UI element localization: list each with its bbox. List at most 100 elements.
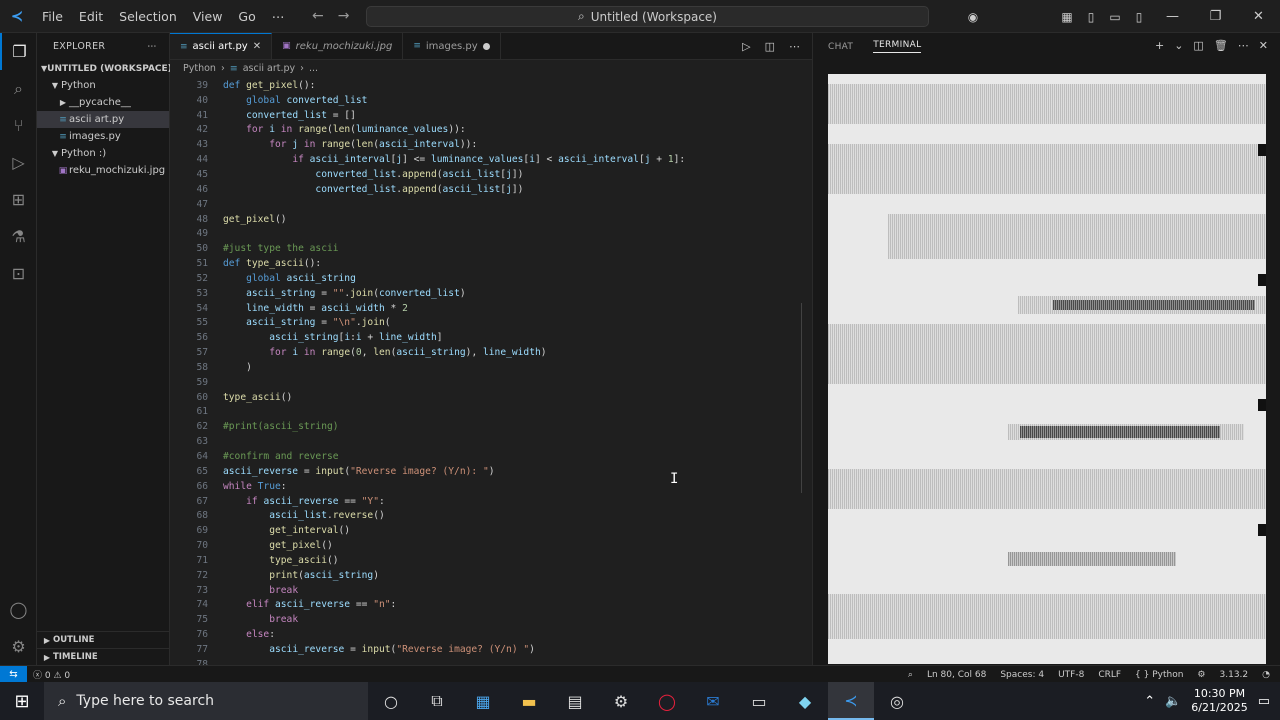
code-line[interactable]: 60 type_ascii() <box>170 390 802 405</box>
code-line[interactable]: 71 type_ascii() <box>170 553 802 568</box>
settings-gear-icon[interactable]: ⚙ <box>0 628 37 665</box>
code-line[interactable]: 42 for i in range(len(luminance_values))… <box>170 123 802 138</box>
code-line[interactable]: 44 if ascii_interval[j] <= luminance_val… <box>170 152 802 167</box>
code-line[interactable]: 58 ) <box>170 360 802 375</box>
notification-center-icon[interactable]: ▭ <box>1258 694 1270 709</box>
cortana-icon[interactable]: ○ <box>368 682 414 720</box>
line-endings[interactable]: CRLF <box>1098 670 1121 680</box>
timeline-section[interactable]: ▶ TIMELINE <box>37 648 170 665</box>
breadcrumb-symbol[interactable]: ... <box>309 63 318 74</box>
close-panel-icon[interactable]: ✕ <box>1259 39 1268 52</box>
task-view-icon[interactable]: ⧉ <box>414 682 460 720</box>
tab-chat[interactable]: CHAT <box>828 42 853 52</box>
zoom-icon[interactable]: ⌕ <box>908 670 913 680</box>
unsaved-dot-icon[interactable] <box>482 42 490 50</box>
explorer-icon[interactable]: ❐ <box>0 33 37 70</box>
run-debug-icon[interactable]: ▷ <box>0 144 37 181</box>
recording-icon[interactable]: ◎ <box>874 682 920 720</box>
python-version[interactable]: 3.13.2 <box>1220 670 1249 680</box>
toggle-secondary-sidebar-icon[interactable]: ▯ <box>1127 10 1151 24</box>
customize-layout-icon[interactable]: ▦ <box>1055 10 1079 24</box>
tab-terminal[interactable]: TERMINAL <box>873 40 922 53</box>
encoding[interactable]: UTF-8 <box>1058 670 1084 680</box>
restore-icon[interactable]: ❐ <box>1194 9 1237 24</box>
code-line[interactable]: 62 #print(ascii_string) <box>170 419 802 434</box>
terminal-output[interactable] <box>828 74 1266 664</box>
code-editor[interactable]: 39 def get_pixel(): 40 global converted_li… <box>170 78 802 665</box>
code-line[interactable]: 77 ascii_reverse = input("Reverse image?… <box>170 642 802 657</box>
code-line[interactable]: 56 ascii_string[i:i + line_width] <box>170 330 802 345</box>
code-line[interactable]: 52 global ascii_string <box>170 271 802 286</box>
close-tab-icon[interactable]: ✕ <box>253 41 261 52</box>
opera-icon[interactable]: ◯ <box>644 682 690 720</box>
code-line[interactable]: 41 converted_list = [] <box>170 108 802 123</box>
menu-go[interactable]: Go <box>230 9 263 24</box>
menu-selection[interactable]: Selection <box>111 9 185 24</box>
calculator-icon[interactable]: ▦ <box>460 682 506 720</box>
menu-view[interactable]: View <box>185 9 231 24</box>
menu-file[interactable]: File <box>34 9 71 24</box>
tree-item-pycache[interactable]: ▶ __pycache__ <box>37 94 169 111</box>
terminal-app-icon[interactable]: ▭ <box>736 682 782 720</box>
code-line[interactable]: 72 print(ascii_string) <box>170 568 802 583</box>
clock[interactable]: 10:30 PM 6/21/2025 <box>1191 687 1247 715</box>
code-line[interactable]: 69 get_interval() <box>170 523 802 538</box>
editor-scrollbar-thumb[interactable] <box>801 303 802 493</box>
volume-icon[interactable]: 🔈 <box>1165 694 1181 709</box>
indentation[interactable]: Spaces: 4 <box>1000 670 1044 680</box>
outlook-icon[interactable]: ✉ <box>690 682 736 720</box>
close-window-icon[interactable]: ✕ <box>1237 9 1280 24</box>
code-line[interactable]: 49 <box>170 226 802 241</box>
app-icon[interactable]: ▤ <box>552 682 598 720</box>
app-icon[interactable]: ◆ <box>782 682 828 720</box>
code-line[interactable]: 59 <box>170 375 802 390</box>
more-actions-icon[interactable]: ⋯ <box>1238 39 1249 52</box>
code-line[interactable]: 70 get_pixel() <box>170 538 802 553</box>
code-line[interactable]: 55 ascii_string = "\n".join( <box>170 316 802 331</box>
run-python-icon[interactable]: ▷ <box>742 40 750 53</box>
code-line[interactable]: 40 global converted_list <box>170 93 802 108</box>
source-control-icon[interactable]: ⑂ <box>0 107 37 144</box>
split-editor-icon[interactable]: ◫ <box>765 40 775 53</box>
back-arrow-icon[interactable]: ← <box>312 8 324 24</box>
notifications-bell-icon[interactable]: ◔ <box>1262 670 1270 680</box>
breadcrumb-file[interactable]: ascii art.py <box>243 63 295 74</box>
account-icon[interactable]: ◯ <box>0 591 37 628</box>
testing-icon[interactable]: ⚗ <box>0 218 37 255</box>
vscode-taskbar-icon[interactable]: ≺ <box>828 682 874 720</box>
code-line[interactable]: 68 ascii_list.reverse() <box>170 508 802 523</box>
tree-item-images[interactable]: ≡ images.py <box>37 128 169 145</box>
tab-reku-mochizuki[interactable]: ▣ reku_mochizuki.jpg <box>272 33 404 59</box>
chevron-down-icon[interactable]: ⌄ <box>1174 39 1183 52</box>
code-line[interactable]: 61 <box>170 405 802 420</box>
code-line[interactable]: 63 <box>170 434 802 449</box>
remote-indicator-icon[interactable]: ⇆ <box>0 665 27 683</box>
extensions-icon[interactable]: ⊞ <box>0 181 37 218</box>
problems-count[interactable]: ⓧ 0 ⚠ 0 <box>33 668 70 681</box>
more-actions-icon[interactable]: ⋯ <box>147 41 157 52</box>
language-mode[interactable]: { } Python <box>1135 670 1183 680</box>
outline-section[interactable]: ▶ OUTLINE <box>37 631 170 648</box>
tree-item-reku[interactable]: ▣ reku_mochizuki.jpg <box>37 162 169 179</box>
code-line[interactable]: 57 for i in range(0, len(ascii_string), … <box>170 345 802 360</box>
code-line[interactable]: 54 line_width = ascii_width * 2 <box>170 301 802 316</box>
copilot-icon[interactable]: ◉ <box>961 10 985 24</box>
windows-start-icon[interactable]: ⊞ <box>0 682 44 720</box>
code-line[interactable]: 50 #just type the ascii <box>170 241 802 256</box>
menu-edit[interactable]: Edit <box>71 9 111 24</box>
code-line[interactable]: 75 break <box>170 612 802 627</box>
workspace-root[interactable]: ▼ UNTITLED (WORKSPACE) <box>37 60 172 77</box>
more-actions-icon[interactable]: ⋯ <box>789 40 800 53</box>
tree-item-ascii-art[interactable]: ≡ ascii art.py <box>37 111 169 128</box>
tab-images[interactable]: ≡ images.py <box>403 33 501 59</box>
code-line[interactable]: 47 <box>170 197 802 212</box>
code-line[interactable]: 67 if ascii_reverse == "Y": <box>170 494 802 509</box>
code-line[interactable]: 51 def type_ascii(): <box>170 256 802 271</box>
command-center[interactable]: ⌕ Untitled (Workspace) <box>366 6 929 27</box>
breadcrumb-folder[interactable]: Python <box>183 63 216 74</box>
code-line[interactable]: 76 else: <box>170 627 802 642</box>
new-terminal-icon[interactable]: + <box>1155 39 1164 52</box>
search-view-icon[interactable]: ⌕ <box>0 70 37 107</box>
trash-icon[interactable]: 🗑 <box>1214 39 1228 52</box>
code-line[interactable]: 39 def get_pixel(): <box>170 78 802 93</box>
